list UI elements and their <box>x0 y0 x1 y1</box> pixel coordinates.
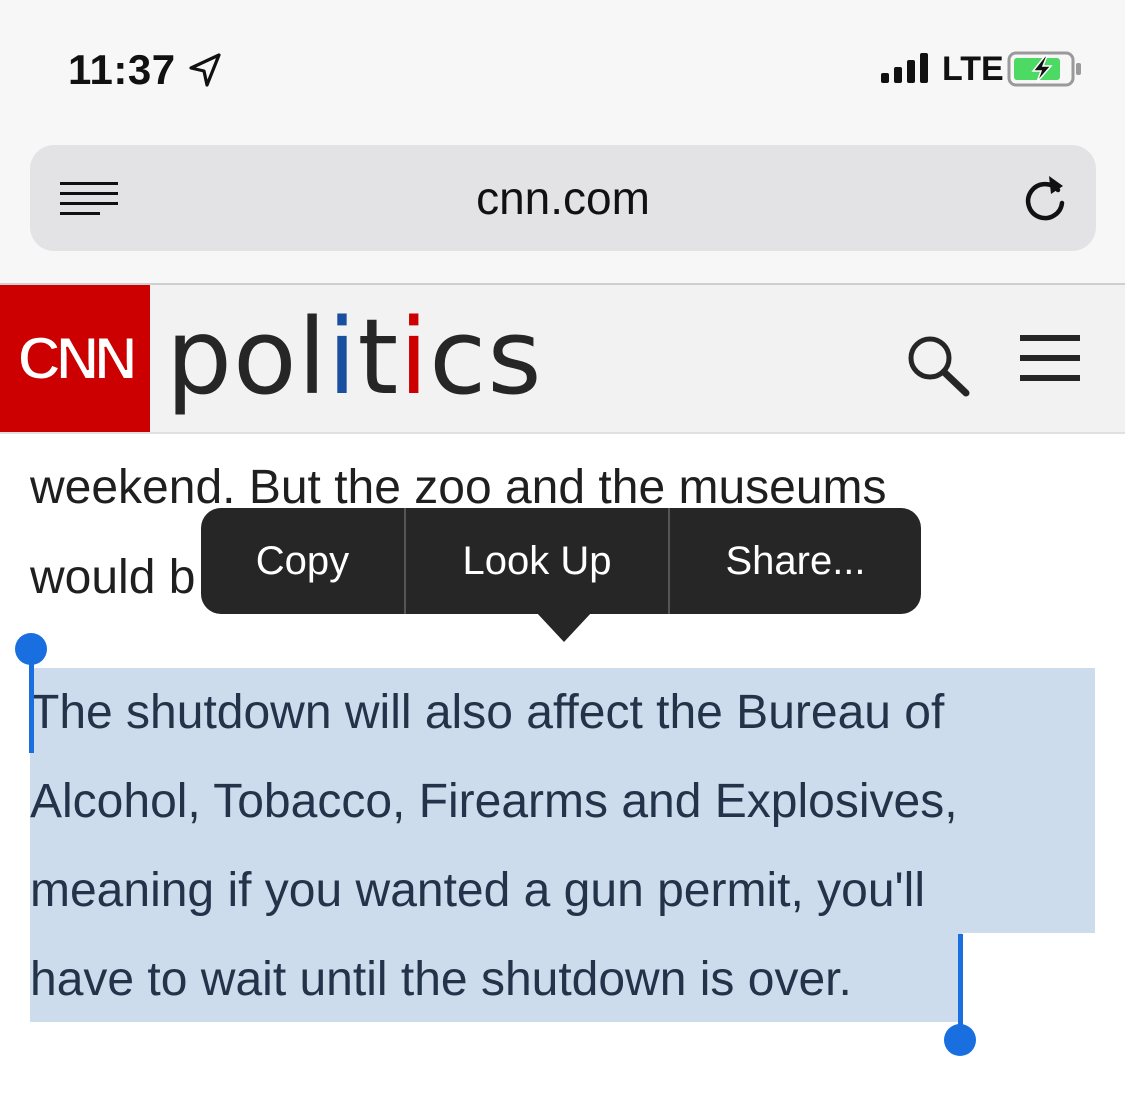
hamburger-menu-icon[interactable] <box>1020 335 1080 381</box>
url-text[interactable]: cnn.com <box>30 145 1096 251</box>
search-icon[interactable] <box>905 333 971 397</box>
selected-text-line: Alcohol, Tobacco, Firearms and Explosive… <box>30 775 958 828</box>
selection-start-bar <box>29 655 34 753</box>
battery-charging-icon <box>1007 51 1081 87</box>
network-type: LTE <box>942 50 1004 88</box>
context-menu-arrow <box>536 612 592 642</box>
copy-menu-item[interactable]: Copy <box>201 508 406 614</box>
address-bar[interactable]: cnn.com <box>30 145 1096 251</box>
cnn-logo[interactable]: CNN <box>0 285 150 432</box>
selection-end-handle[interactable] <box>944 1024 976 1056</box>
cnn-logo-text: CNN <box>17 324 139 393</box>
location-arrow-icon <box>189 53 221 87</box>
article-text-line: would b <box>30 551 196 604</box>
selected-paragraph[interactable]: The shutdown will also affect the Bureau… <box>30 668 1095 1024</box>
section-title[interactable]: politics <box>166 287 543 427</box>
site-header: CNN politics <box>0 285 1125 434</box>
reload-icon[interactable] <box>1022 172 1070 224</box>
selection-end-bar <box>958 934 963 1034</box>
browser-chrome: 11:37 LTE cnn.com <box>0 0 1125 283</box>
signal-bars-icon <box>881 53 928 83</box>
selected-text-line: have to wait until the shutdown is over. <box>30 953 852 1006</box>
share-menu-item[interactable]: Share... <box>670 508 921 614</box>
edit-context-menu: Copy Look Up Share... <box>201 508 921 614</box>
look-up-menu-item[interactable]: Look Up <box>406 508 670 614</box>
selected-text-line: meaning if you wanted a gun permit, you'… <box>30 864 926 917</box>
article-text-line: weekend. But the zoo and the museums <box>30 461 887 514</box>
selected-text-line: The shutdown will also affect the Bureau… <box>30 686 945 739</box>
status-time: 11:37 <box>68 46 176 93</box>
